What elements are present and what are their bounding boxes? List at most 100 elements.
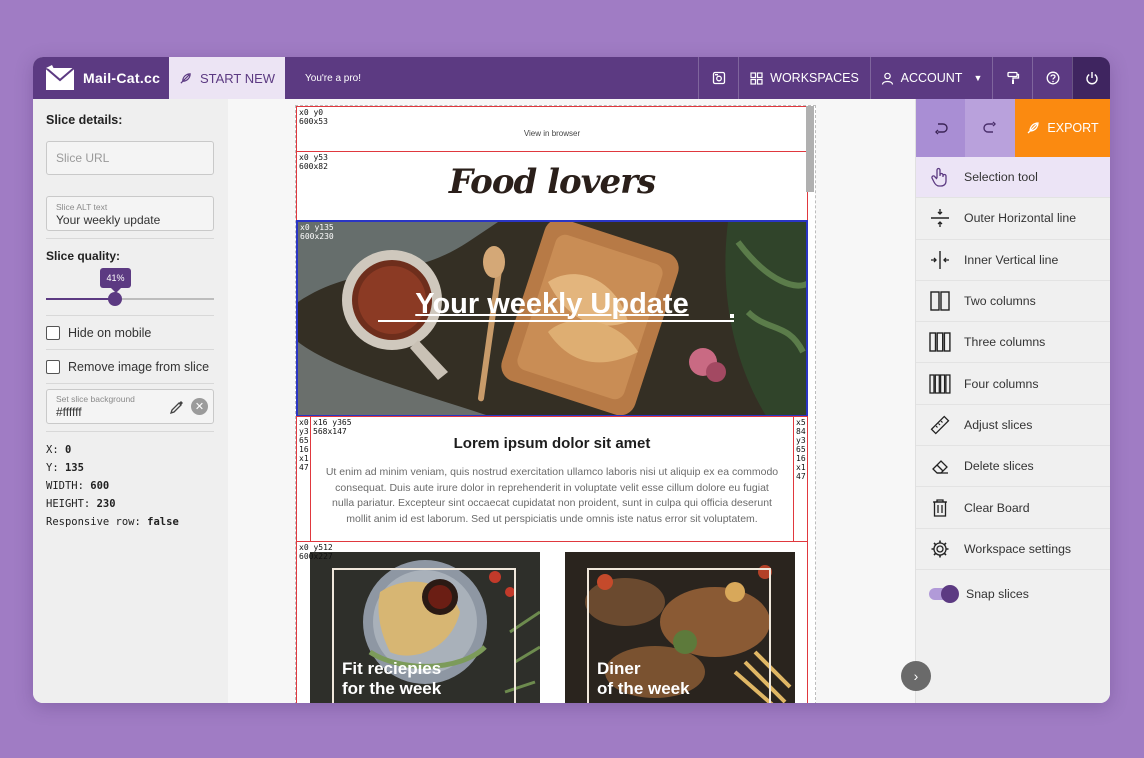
card-diner[interactable]: Diner of the week	[565, 552, 795, 703]
view-in-browser-link[interactable]: View in browser	[297, 129, 807, 138]
responsive-row: Responsive row: false	[46, 513, 215, 531]
coord-height-value: 230	[96, 498, 116, 510]
tools-header: EXPORT	[916, 99, 1110, 157]
email-preview[interactable]: x0 y0 600x53 View in browser x0 y53 600x…	[295, 105, 816, 703]
help-button[interactable]	[1032, 57, 1072, 99]
start-new-button[interactable]: START NEW	[169, 57, 285, 99]
status-message: You're a pro!	[305, 72, 362, 84]
slice-header[interactable]: x0 y0 600x53 View in browser	[296, 106, 808, 152]
snap-slices-toggle[interactable]	[929, 584, 959, 603]
hide-mobile-checkbox-row[interactable]: Hide on mobile	[46, 316, 215, 349]
slider-thumb[interactable]	[108, 292, 122, 306]
remove-image-checkbox-row[interactable]: Remove image from slice	[46, 350, 215, 383]
remove-image-checkbox[interactable]	[46, 359, 60, 374]
slice-label: x5 84 y3 65 16 x1 47	[796, 418, 806, 481]
user-icon	[881, 72, 893, 85]
coord-x-row: X: 0	[46, 441, 215, 459]
undo-icon	[934, 123, 948, 135]
workspaces-label: WORKSPACES	[770, 71, 859, 85]
slice-right-spacer[interactable]: x5 84 y3 65 16 x1 47	[793, 416, 808, 542]
remove-image-label: Remove image from slice	[68, 359, 210, 374]
account-label: ACCOUNT	[900, 71, 963, 85]
slice-alt-value: Your weekly update	[56, 213, 161, 227]
brand-name: Mail-Cat.cc	[83, 70, 161, 86]
tool-four-columns-label: Four columns	[964, 376, 1039, 391]
slice-url-input[interactable]: Slice URL	[46, 141, 214, 175]
editor-canvas[interactable]: x0 y0 600x53 View in browser x0 y53 600x…	[228, 99, 915, 703]
card-recipes[interactable]: Fit reciepies for the week	[310, 552, 540, 703]
tool-clear-board[interactable]: Clear Board	[916, 487, 1110, 529]
workspaces-button[interactable]: WORKSPACES	[738, 57, 870, 99]
eraser-icon	[932, 460, 948, 474]
slice-cards[interactable]: x0 y512 600x227 Fit reciepies for the we…	[296, 541, 808, 703]
hide-mobile-checkbox[interactable]	[46, 325, 60, 340]
coord-y-value: 135	[64, 462, 84, 474]
caret-down-icon: ▼	[973, 73, 983, 83]
snap-slices-toggle-row[interactable]: Snap slices	[916, 570, 1110, 618]
slice-label: x0 y0 600x53	[299, 108, 328, 126]
theme-button[interactable]	[992, 57, 1032, 99]
quality-slider[interactable]: 41%	[46, 263, 214, 307]
export-button[interactable]: EXPORT	[1015, 99, 1110, 157]
coord-y-row: Y: 135	[46, 459, 215, 477]
slider-track[interactable]	[46, 298, 214, 300]
ruler-icon	[930, 415, 950, 435]
tool-four-columns[interactable]: Four columns	[916, 363, 1110, 405]
section-body: Ut enim ad minim veniam, quis nostrud ex…	[325, 466, 779, 525]
brand-logo[interactable]: Mail-Cat.cc	[33, 57, 169, 99]
slice-hero[interactable]: x0 y135 600x230 Your weekly Update	[296, 220, 808, 417]
pointer-hand-icon	[931, 168, 947, 187]
tool-workspace-settings[interactable]: Workspace settings	[916, 529, 1110, 570]
coord-width-value: 600	[90, 480, 110, 492]
slice-content[interactable]: x16 y365 568x147 Lorem ipsum dolor sit a…	[310, 416, 794, 542]
card-diner-title: Diner of the week	[597, 659, 690, 699]
quality-tooltip: 41%	[100, 268, 131, 293]
tool-adjust-slices[interactable]: Adjust slices	[916, 405, 1110, 447]
tool-outer-horizontal[interactable]: Outer Horizontal line	[916, 198, 1110, 240]
vertical-line-icon	[931, 250, 949, 269]
brand-title: Food lovers	[448, 162, 656, 202]
tool-selection-label: Selection tool	[964, 170, 1038, 185]
grid-icon	[750, 71, 763, 85]
card-recipes-line2: for the week	[342, 679, 442, 698]
tools-panel: › EXPORT Selection tool Outer Horizontal…	[901, 99, 1110, 703]
slice-label: x0 y53 600x82	[299, 153, 328, 171]
preview-scrollbar[interactable]	[806, 106, 814, 192]
slice-brand[interactable]: x0 y53 600x82 Food lovers	[296, 151, 808, 221]
slice-alt-field[interactable]: Slice ALT text Your weekly update	[46, 196, 214, 231]
redo-icon	[983, 121, 996, 133]
toggle-knob	[941, 584, 959, 603]
tool-inner-vertical[interactable]: Inner Vertical line	[916, 240, 1110, 281]
feather-icon	[1027, 122, 1040, 134]
divider	[46, 431, 214, 432]
eyedropper-icon[interactable]	[169, 399, 185, 415]
redo-button[interactable]	[965, 99, 1015, 157]
card-diner-line1: Diner	[597, 659, 641, 678]
preview-button[interactable]	[698, 57, 738, 99]
divider	[46, 383, 214, 384]
quality-label: Slice quality:	[46, 249, 121, 263]
tool-three-columns[interactable]: Three columns	[916, 322, 1110, 364]
slice-label: x16 y365 568x147	[313, 418, 352, 436]
tool-delete-slices[interactable]: Delete slices	[916, 446, 1110, 488]
clear-icon[interactable]: ✕	[191, 398, 208, 415]
tool-two-columns[interactable]: Two columns	[916, 281, 1110, 323]
background-actions: ✕	[169, 398, 208, 415]
coord-width-row: WIDTH: 600	[46, 477, 215, 495]
account-menu[interactable]: ACCOUNT ▼	[870, 57, 992, 99]
tool-selection[interactable]: Selection tool	[916, 157, 1110, 199]
slice-background-field[interactable]: Set slice background #ffffff ✕	[46, 389, 214, 424]
chevron-right-icon[interactable]: ›	[901, 661, 931, 691]
slice-label: x0 y512 600x227	[299, 543, 333, 561]
slice-coordinates: X: 0 Y: 135 WIDTH: 600 HEIGHT: 230 Respo…	[46, 441, 215, 531]
help-icon	[1046, 71, 1059, 85]
snap-slices-label: Snap slices	[966, 586, 1029, 601]
logout-button[interactable]	[1072, 57, 1110, 99]
slice-left-spacer[interactable]: x0 y3 65 16 x1 47	[296, 416, 311, 542]
coord-y-label: Y:	[46, 462, 59, 474]
coord-height-label: HEIGHT:	[46, 498, 91, 510]
hero-underline	[378, 320, 734, 322]
camera-icon	[712, 71, 725, 85]
undo-button[interactable]	[916, 99, 965, 157]
slice-details-panel: Slice details: Slice URL Slice ALT text …	[33, 99, 228, 703]
